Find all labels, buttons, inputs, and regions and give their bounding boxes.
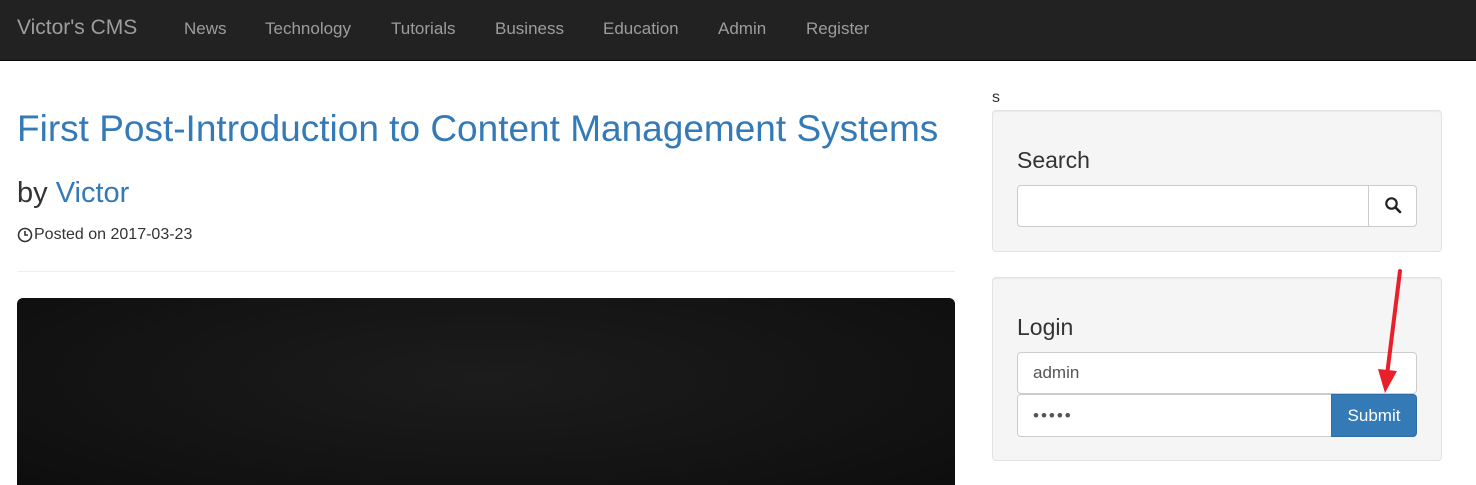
- nav-item-admin[interactable]: Admin: [718, 19, 766, 39]
- username-input[interactable]: [1017, 352, 1417, 394]
- stray-text: s: [992, 89, 1000, 106]
- login-heading: Login: [1017, 314, 1074, 340]
- nav-item-education[interactable]: Education: [603, 19, 679, 39]
- post-date-label: Posted on 2017-03-23: [34, 226, 193, 243]
- byline-prefix: by: [17, 177, 48, 209]
- post-title-link[interactable]: First Post-Introduction to Content Manag…: [17, 108, 938, 150]
- search-button[interactable]: [1368, 185, 1417, 227]
- login-widget: Login Submit: [992, 277, 1442, 461]
- nav-item-technology[interactable]: Technology: [265, 19, 351, 39]
- search-icon: [1384, 196, 1402, 217]
- nav-item-register[interactable]: Register: [806, 19, 869, 39]
- nav-item-business[interactable]: Business: [495, 19, 564, 39]
- submit-button[interactable]: Submit: [1331, 394, 1417, 437]
- search-widget: Search: [992, 110, 1442, 252]
- top-navbar: Victor's CMS News Technology Tutorials B…: [0, 0, 1476, 61]
- password-input[interactable]: [1017, 394, 1332, 437]
- brand-link[interactable]: Victor's CMS: [17, 16, 137, 40]
- nav-item-tutorials[interactable]: Tutorials: [391, 19, 456, 39]
- post-image: [17, 298, 955, 485]
- author-link[interactable]: Victor: [56, 177, 130, 209]
- search-heading: Search: [1017, 147, 1090, 173]
- post-divider: [17, 271, 955, 272]
- post-byline: by Victor: [17, 177, 129, 210]
- clock-icon: [17, 227, 33, 243]
- post-date: Posted on 2017-03-23: [17, 226, 192, 244]
- search-input[interactable]: [1017, 185, 1369, 227]
- nav-item-news[interactable]: News: [184, 19, 227, 39]
